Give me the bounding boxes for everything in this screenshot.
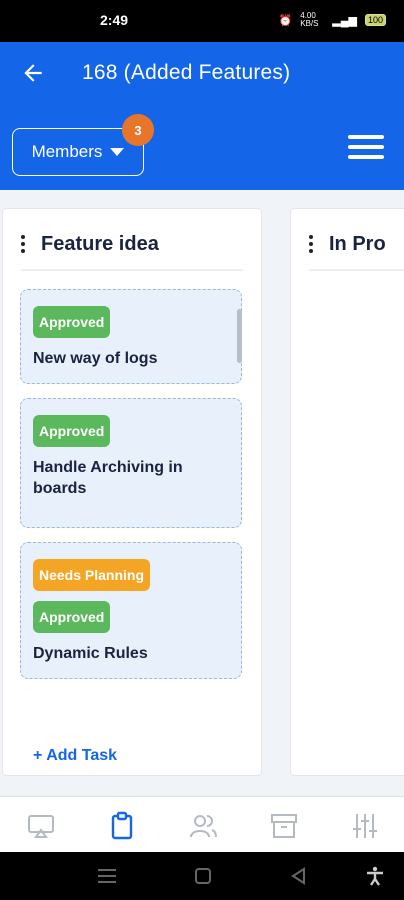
members-label: Members: [31, 142, 103, 161]
task-title: Handle Archiving in boards: [33, 459, 183, 497]
status-time: 2:49: [100, 12, 129, 28]
task-card[interactable]: Approved Handle Archiving in boards: [20, 398, 242, 528]
board: Feature idea Approved New way of logs Ap…: [0, 190, 404, 796]
task-title: New way of logs: [33, 350, 158, 367]
add-task-button[interactable]: + Add Task: [33, 747, 117, 765]
users-icon[interactable]: [188, 811, 218, 841]
card-list[interactable]: Approved New way of logs Approved Handle…: [20, 289, 244, 729]
status-tag: Approved: [33, 415, 111, 447]
task-card[interactable]: Approved New way of logs: [20, 289, 242, 384]
status-tag: Needs Planning: [33, 559, 151, 591]
divider: [309, 269, 404, 271]
column-feature-idea: Feature idea Approved New way of logs Ap…: [2, 208, 262, 776]
accessibility-icon[interactable]: [364, 866, 386, 886]
back-nav-icon[interactable]: [288, 866, 310, 886]
arrow-left-icon[interactable]: [20, 60, 46, 86]
task-card[interactable]: Needs Planning Approved Dynamic Rules: [20, 542, 242, 679]
scrollbar[interactable]: [237, 309, 242, 363]
more-vertical-icon[interactable]: [309, 235, 313, 253]
members-count-badge: 3: [122, 114, 154, 146]
app-bar: 168 (Added Features): [0, 42, 404, 104]
status-icons: ⏰ 4.00 KB/S ▂▄▆ 100: [279, 12, 386, 28]
column-header: Feature idea: [21, 229, 159, 259]
recent-apps-icon[interactable]: [96, 866, 118, 886]
system-nav-bar: [0, 852, 404, 900]
status-bar: 2:49 ⏰ 4.00 KB/S ▂▄▆ 100: [0, 0, 404, 42]
alarm-icon: ⏰: [278, 14, 293, 27]
column-header: In Pro: [309, 229, 386, 259]
signal-icon: ▂▄▆: [332, 14, 357, 27]
clipboard-icon[interactable]: [107, 811, 137, 841]
task-title: Dynamic Rules: [33, 645, 148, 662]
battery-icon: 100: [364, 14, 386, 26]
hamburger-icon[interactable]: [348, 135, 384, 159]
network-speed: 4.00 KB/S: [300, 11, 319, 28]
archive-icon[interactable]: [269, 811, 299, 841]
status-tag: Approved: [33, 306, 111, 338]
caret-down-icon: [110, 148, 125, 156]
bottom-nav: [0, 796, 404, 853]
page-title: 168 (Added Features): [82, 61, 291, 84]
divider: [21, 269, 243, 271]
column-in-progress: In Pro: [290, 208, 404, 776]
members-toolbar: Members 3: [0, 104, 404, 190]
presentation-icon[interactable]: [26, 811, 56, 841]
home-icon[interactable]: [192, 866, 214, 886]
column-title: In Pro: [329, 232, 386, 255]
more-vertical-icon[interactable]: [21, 235, 25, 253]
column-title: Feature idea: [41, 232, 159, 255]
status-tag: Approved: [33, 601, 111, 633]
sliders-icon[interactable]: [350, 811, 380, 841]
